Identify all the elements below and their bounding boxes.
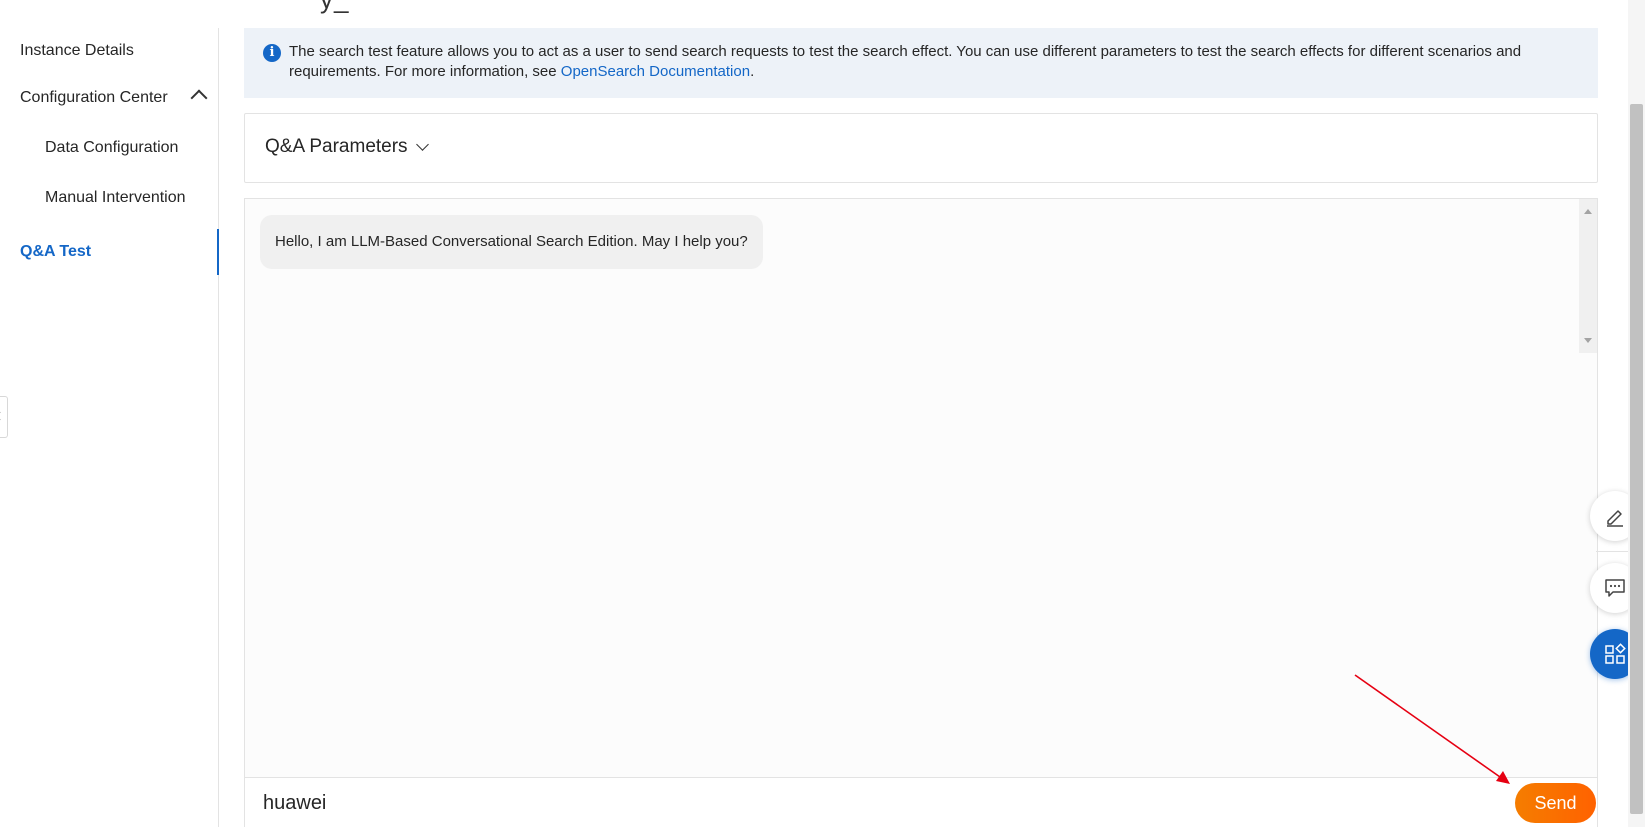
page-scrollbar-thumb[interactable] — [1630, 104, 1643, 814]
page-scrollbar[interactable] — [1628, 0, 1645, 827]
opensearch-documentation-link[interactable]: OpenSearch Documentation — [561, 63, 750, 80]
edit-icon — [1607, 510, 1623, 527]
sidebar-item-label: Data Configuration — [45, 139, 179, 156]
sidebar-item-manual-intervention[interactable]: Manual Intervention — [0, 175, 219, 221]
annotation-arrow — [1354, 674, 1510, 784]
chevron-up-icon — [190, 89, 208, 107]
info-banner-text: The search test feature allows you to ac… — [289, 43, 1522, 80]
assistant-message: Hello, I am LLM-Based Conversational Sea… — [260, 215, 763, 269]
scroll-up-arrow-icon[interactable] — [1584, 209, 1592, 214]
sidebar-item-label: Q&A Test — [20, 243, 92, 260]
send-button[interactable]: Send — [1515, 783, 1596, 823]
sidebar-item-data-configuration[interactable]: Data Configuration — [0, 125, 219, 171]
qa-parameters-label: Q&A Parameters — [265, 136, 408, 157]
sidebar-item-qa-test[interactable]: Q&A Test — [0, 229, 219, 275]
apps-grid-icon — [1605, 643, 1626, 664]
sidebar-item-configuration-center[interactable]: Configuration Center — [0, 75, 219, 121]
feedback-chat-icon — [1605, 579, 1625, 597]
sidebar-item-instance-details[interactable]: Instance Details — [0, 28, 219, 74]
chevron-left-icon — [0, 411, 5, 421]
chat-scrollbar[interactable] — [1579, 199, 1597, 353]
chat-input[interactable] — [263, 788, 1463, 818]
page-title-fragment: y_ — [320, 0, 349, 15]
sidebar: Instance Details Configuration Center Da… — [0, 28, 219, 827]
info-icon: i — [263, 44, 281, 62]
sidebar-item-label: Configuration Center — [20, 89, 168, 106]
info-banner: i The search test feature allows you to … — [244, 28, 1598, 98]
scroll-down-arrow-icon[interactable] — [1584, 338, 1592, 343]
sidebar-item-label: Manual Intervention — [45, 189, 186, 206]
qa-parameters-toggle[interactable]: Q&A Parameters — [265, 136, 429, 158]
info-banner-suffix: . — [750, 63, 755, 80]
sidebar-collapse-handle[interactable] — [0, 396, 8, 438]
sidebar-item-label: Instance Details — [20, 42, 134, 59]
chevron-down-icon — [415, 138, 429, 151]
qa-parameters-panel: Q&A Parameters — [244, 113, 1598, 183]
